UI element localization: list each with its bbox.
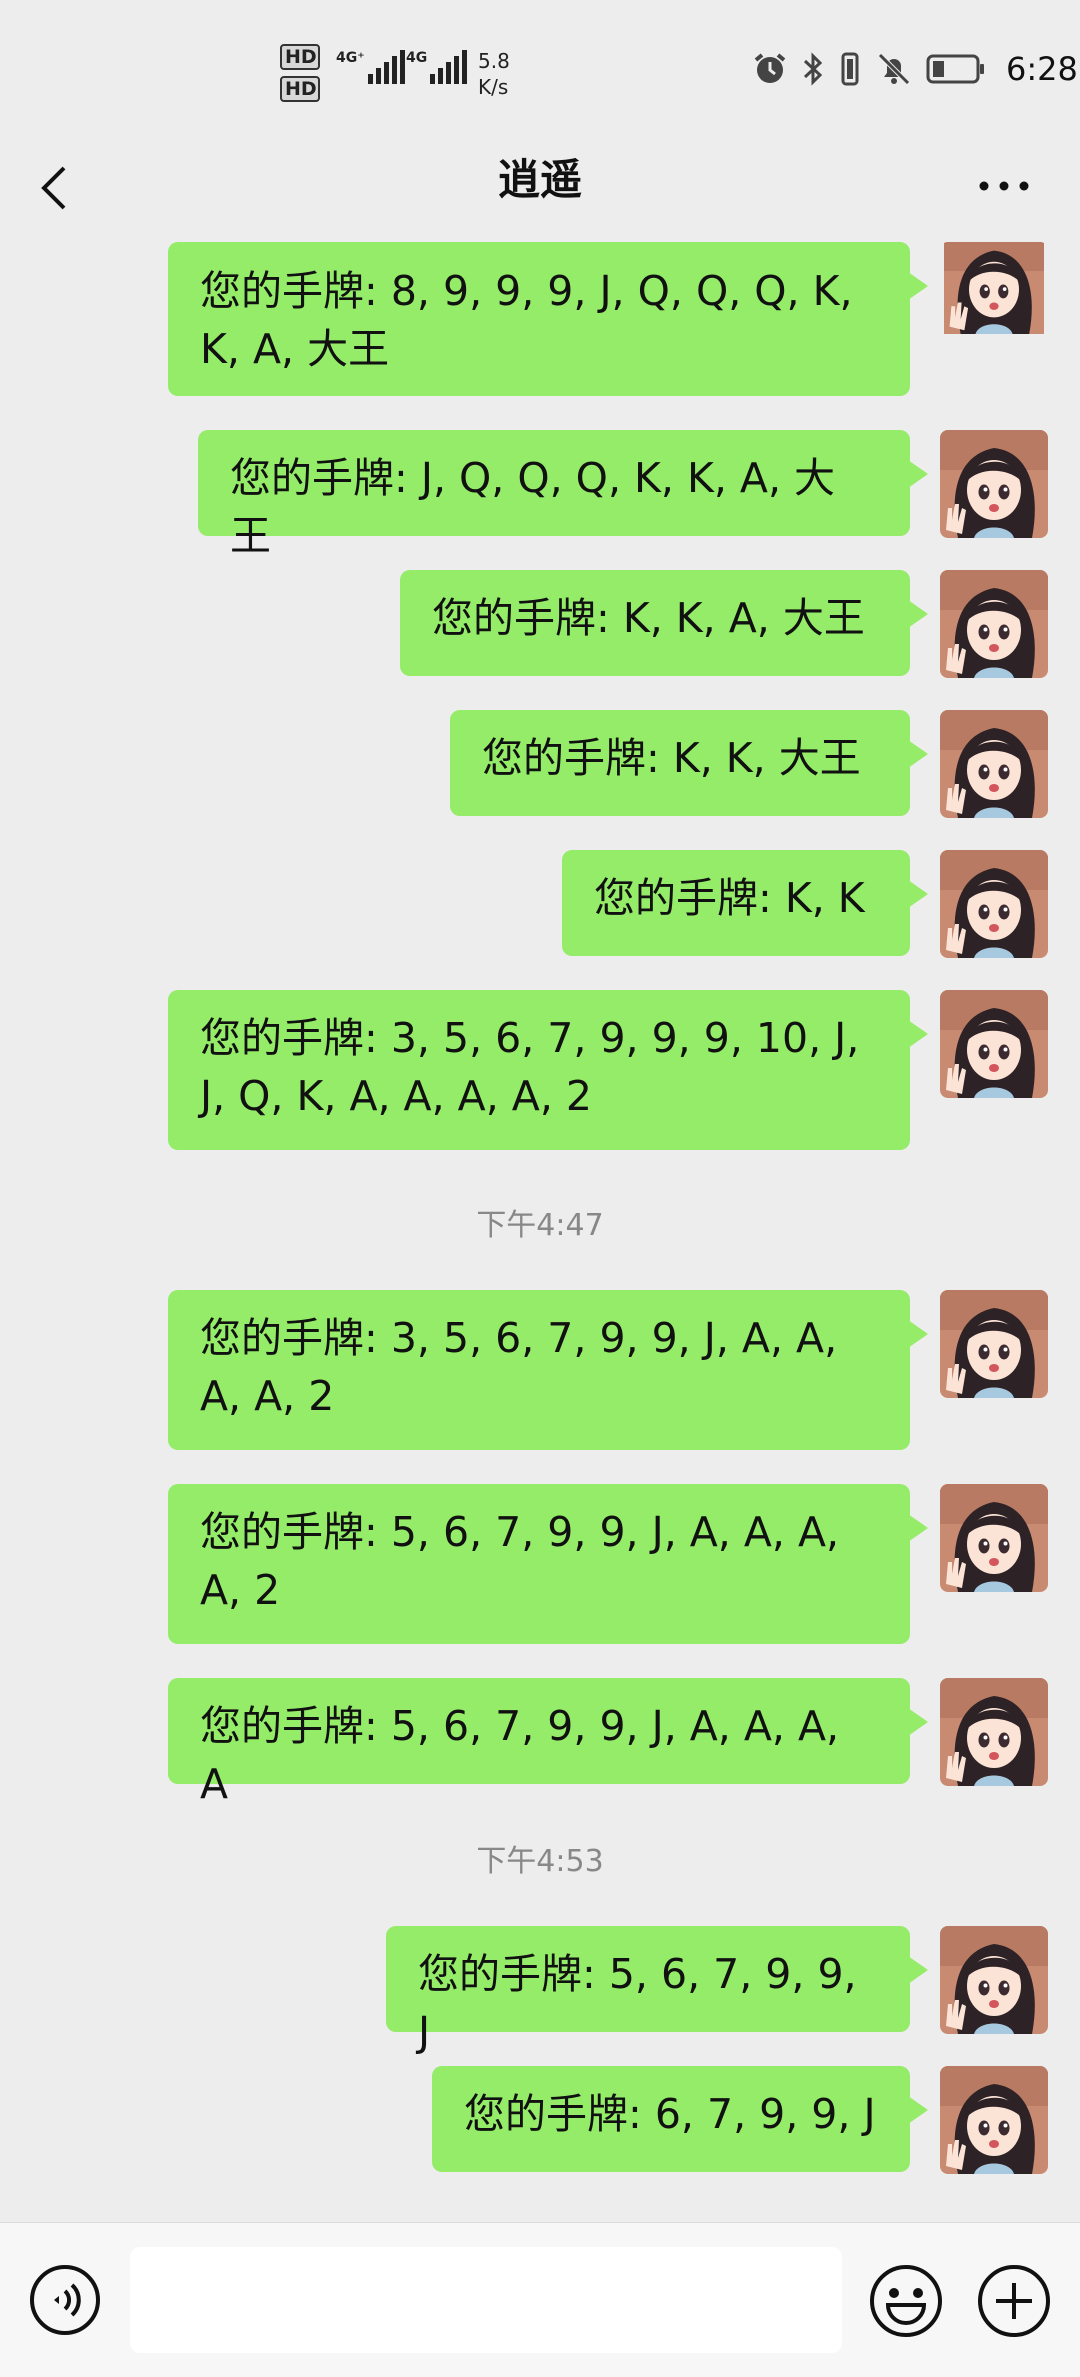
chat-header: 逍遥	[0, 150, 1080, 244]
message-bubble[interactable]: 您的手牌: 8, 9, 9, 9, J, Q, Q, Q, K, K, A, 大…	[168, 242, 928, 396]
message-bubble[interactable]: 您的手牌: K, K, A, 大王	[400, 570, 928, 676]
input-bar	[0, 2222, 1080, 2377]
message-bubble[interactable]: 您的手牌: 6, 7, 9, 9, J	[432, 2066, 928, 2172]
avatar[interactable]	[940, 1926, 1048, 2034]
avatar[interactable]	[940, 1678, 1048, 1786]
signal-strength-icon	[430, 50, 468, 84]
timestamp: 下午4:47	[476, 1208, 604, 1243]
avatar[interactable]	[940, 2066, 1048, 2174]
speed-value: 5.8	[478, 49, 510, 73]
sim-indicators: HD HD	[280, 44, 328, 108]
avatar[interactable]	[940, 242, 1048, 342]
message-input[interactable]	[130, 2247, 842, 2353]
emoji-icon[interactable]	[868, 2263, 944, 2339]
message-bubble[interactable]: 您的手牌: K, K	[562, 850, 928, 956]
mute-icon	[878, 53, 910, 85]
status-icons: 6:28	[752, 50, 1078, 88]
voice-icon[interactable]	[28, 2263, 102, 2337]
network-type-1: 4G⁺	[336, 50, 365, 66]
avatar[interactable]	[940, 570, 1048, 678]
timestamp: 下午4:53	[476, 1844, 604, 1879]
message-bubble[interactable]: 您的手牌: 3, 5, 6, 7, 9, 9, J, A, A, A, A, 2	[168, 1290, 928, 1450]
vibrate-icon	[841, 52, 859, 86]
avatar[interactable]	[940, 850, 1048, 958]
more-icon[interactable]	[976, 178, 1032, 194]
alarm-icon	[754, 53, 786, 83]
status-bar: HD HD 4G⁺ 4G 5.8 K/s 6:28	[0, 0, 1080, 150]
hd-badge-1: HD	[280, 44, 320, 70]
message-bubble[interactable]: 您的手牌: 3, 5, 6, 7, 9, 9, 9, 10, J, J, Q, …	[168, 990, 928, 1150]
network-speed: 5.8 K/s	[478, 48, 510, 100]
message-bubble[interactable]: 您的手牌: J, Q, Q, Q, K, K, A, 大王	[198, 430, 928, 560]
speed-unit: K/s	[478, 75, 509, 99]
clock-time: 6:28	[1006, 50, 1078, 88]
avatar[interactable]	[940, 430, 1048, 538]
signal-group-1: 4G⁺	[336, 50, 405, 84]
signal-strength-icon	[367, 50, 405, 84]
signal-group-2: 4G	[406, 50, 468, 84]
message-bubble[interactable]: 您的手牌: 5, 6, 7, 9, 9, J	[386, 1926, 928, 2056]
avatar[interactable]	[940, 1484, 1048, 1592]
message-bubble[interactable]: 您的手牌: 5, 6, 7, 9, 9, J, A, A, A, A	[168, 1678, 928, 1808]
network-type-2: 4G	[406, 50, 428, 66]
hd-badge-2: HD	[280, 76, 320, 102]
battery-icon	[926, 54, 984, 84]
avatar[interactable]	[940, 710, 1048, 818]
message-bubble[interactable]: 您的手牌: 5, 6, 7, 9, 9, J, A, A, A, A, 2	[168, 1484, 928, 1644]
avatar[interactable]	[940, 990, 1048, 1098]
message-bubble[interactable]: 您的手牌: K, K, 大王	[450, 710, 928, 816]
chat-title: 逍遥	[497, 155, 582, 204]
plus-icon[interactable]	[976, 2263, 1052, 2339]
bluetooth-icon	[803, 52, 823, 86]
avatar[interactable]	[940, 1290, 1048, 1398]
